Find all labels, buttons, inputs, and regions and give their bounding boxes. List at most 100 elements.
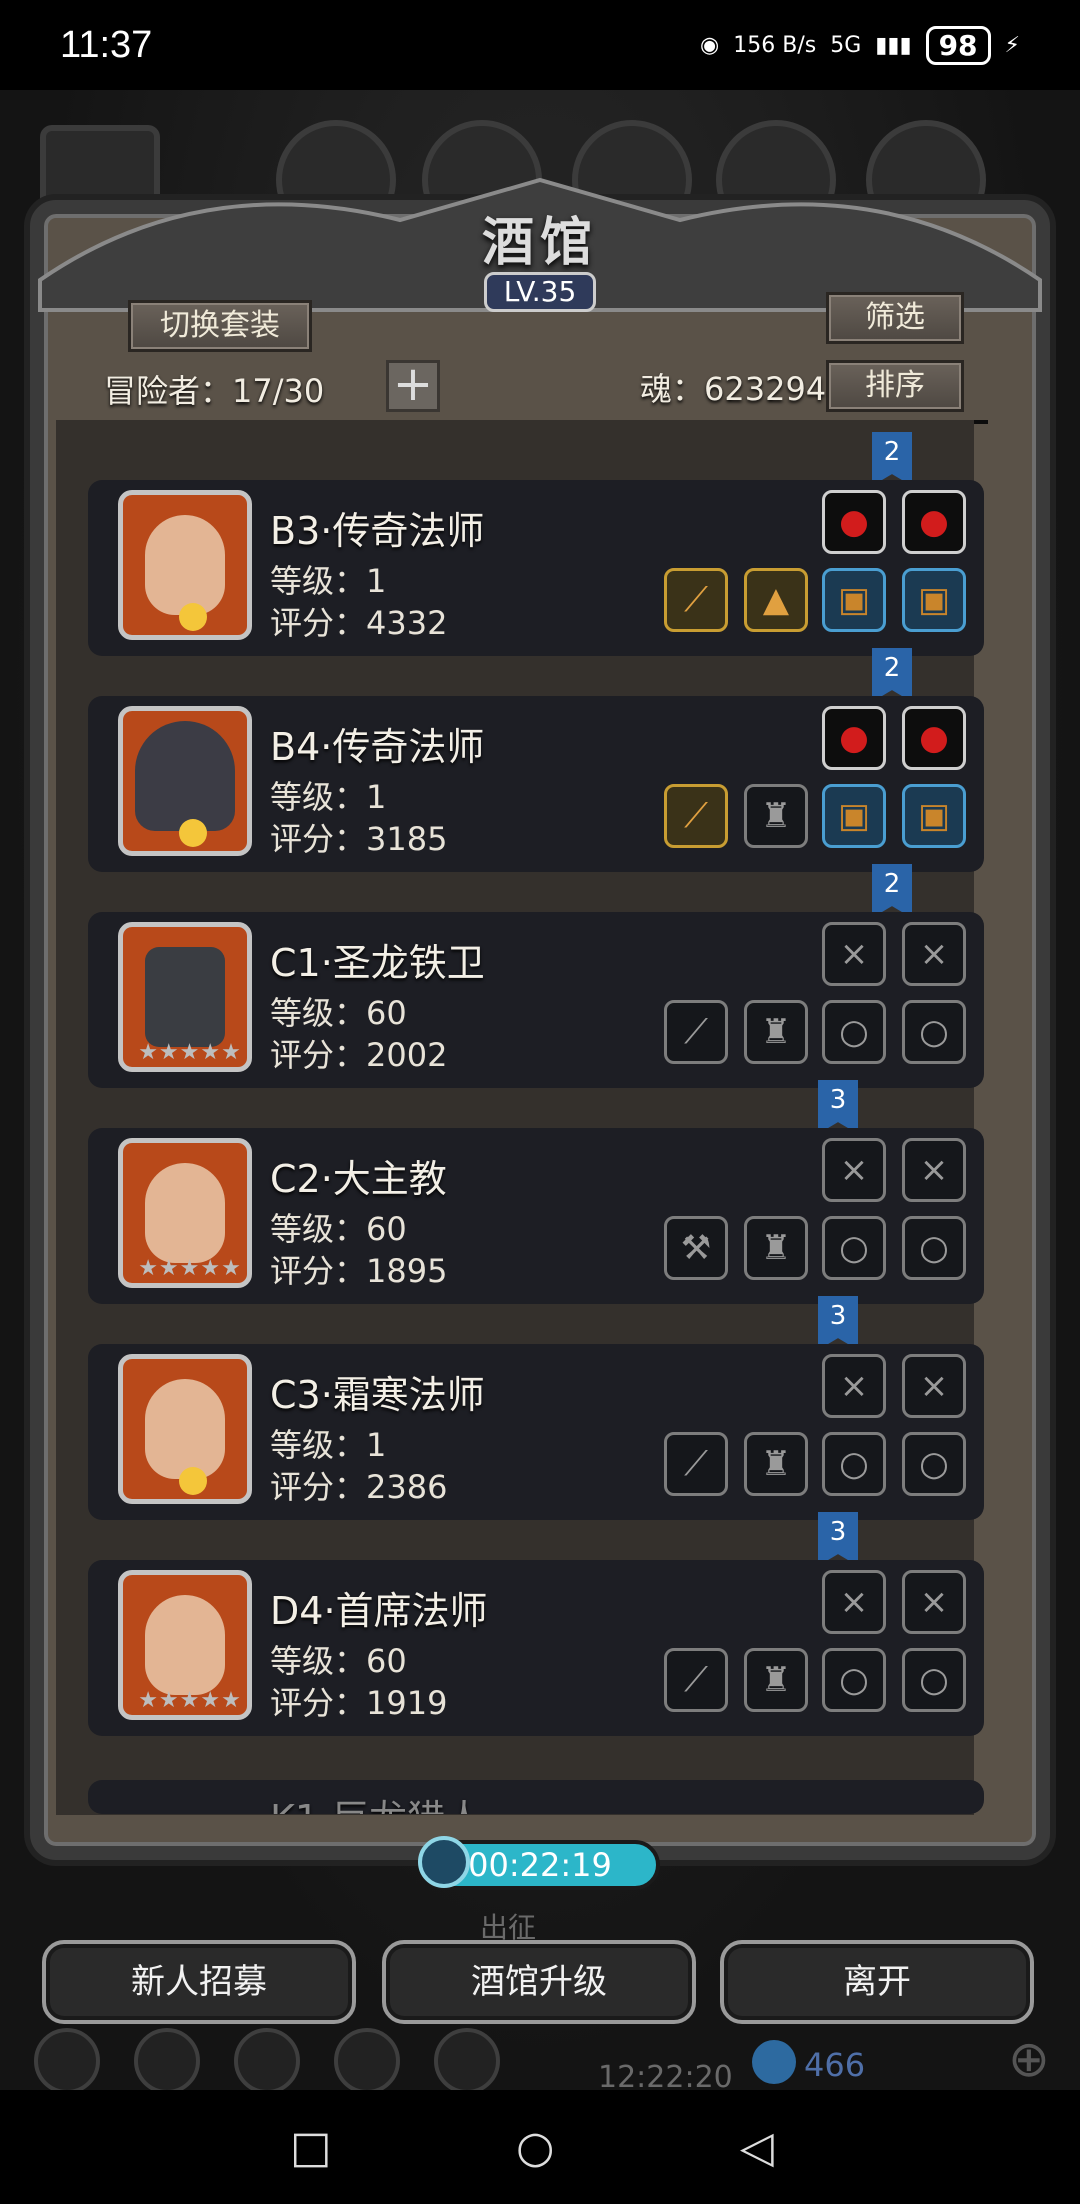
chest-icon: ▣: [917, 580, 951, 620]
equip-slot-bottom-0[interactable]: ⟋: [664, 568, 728, 632]
settings-icon[interactable]: [34, 2028, 100, 2094]
charging-icon: ⚡: [1004, 32, 1020, 58]
equip-slot-bottom-0[interactable]: ⟋: [664, 1000, 728, 1064]
red-gem-icon: ●: [919, 718, 949, 758]
equip-slot-top-1[interactable]: ⨯: [902, 1354, 966, 1418]
expedition-label: 出征: [480, 1911, 537, 1944]
equip-slot-bottom-2[interactable]: ○: [822, 1432, 886, 1496]
equip-slot-bottom-0[interactable]: ⟋: [664, 1432, 728, 1496]
hero-level: 等级：1: [270, 562, 387, 600]
sword-icon: ⟋: [684, 1012, 708, 1052]
equip-slot-top-0[interactable]: ●: [822, 706, 886, 770]
red-gem-icon: ●: [919, 502, 949, 542]
equip-slot-bottom-3[interactable]: ▣: [902, 568, 966, 632]
empty-slot-icon: ⨯: [839, 1582, 869, 1622]
tavern-level-badge: LV.35: [484, 272, 596, 312]
equip-slot-top-1[interactable]: ⨯: [902, 1570, 966, 1634]
switch-set-button[interactable]: 切换套装: [128, 300, 312, 352]
star-rating-icon: ★★★★★: [138, 1040, 242, 1065]
equip-slot-top-1[interactable]: ⨯: [902, 922, 966, 986]
equip-slot-top-1[interactable]: ●: [902, 706, 966, 770]
equip-slot-top-0[interactable]: ⨯: [822, 1570, 886, 1634]
armor-icon: ♜: [760, 796, 792, 836]
guild-icon[interactable]: [434, 2028, 500, 2094]
equip-slot-bottom-2[interactable]: ▣: [822, 784, 886, 848]
equip-slot-top-1[interactable]: ⨯: [902, 1138, 966, 1202]
hero-name: B3·传奇法师: [270, 509, 485, 553]
portrait-art: [135, 721, 235, 831]
hero-name: C1·圣龙铁卫: [270, 941, 485, 985]
hero-portrait[interactable]: [118, 1354, 252, 1504]
ring-icon: ○: [839, 1444, 869, 1484]
equip-slot-bottom-2[interactable]: ○: [822, 1000, 886, 1064]
back-icon[interactable]: ◁: [740, 2122, 774, 2173]
upgrade-tavern-button[interactable]: 酒馆升级: [382, 1940, 696, 2024]
shop-icon[interactable]: [234, 2028, 300, 2094]
moon-badge-icon: [179, 1467, 207, 1495]
empty-slot-icon: ⨯: [919, 1366, 949, 1406]
equip-slot-bottom-1[interactable]: ♜: [744, 1432, 808, 1496]
equip-slot-bottom-3[interactable]: ○: [902, 1216, 966, 1280]
mail-icon[interactable]: [334, 2028, 400, 2094]
hero-portrait[interactable]: ★★★★★: [118, 1138, 252, 1288]
equip-slot-bottom-1[interactable]: ♜: [744, 1648, 808, 1712]
recent-apps-icon[interactable]: □: [290, 2122, 332, 2173]
equip-slot-top-0[interactable]: ●: [822, 490, 886, 554]
hero-level: 等级：1: [270, 778, 387, 816]
sort-button[interactable]: 排序: [826, 360, 964, 412]
red-gem-icon: ●: [839, 718, 869, 758]
add-adventurer-button[interactable]: +: [386, 360, 440, 412]
equip-slot-bottom-2[interactable]: ○: [822, 1216, 886, 1280]
hero-level: 等级：60: [270, 994, 407, 1032]
hero-score: 评分：1919: [270, 1684, 448, 1722]
equip-slot-bottom-2[interactable]: ○: [822, 1648, 886, 1712]
armor-icon: ♜: [760, 1012, 792, 1052]
network-type: 5G: [830, 32, 862, 58]
equip-slot-bottom-2[interactable]: ▣: [822, 568, 886, 632]
filter-button[interactable]: 筛选: [826, 292, 964, 344]
leave-button[interactable]: 离开: [720, 1940, 1034, 2024]
equip-slot-bottom-3[interactable]: ○: [902, 1432, 966, 1496]
equip-slot-bottom-1[interactable]: ♜: [744, 1000, 808, 1064]
clock-icon: [418, 1836, 470, 1888]
hero-score: 评分：1895: [270, 1252, 448, 1290]
empty-slot-icon: ⨯: [919, 1582, 949, 1622]
add-gems-icon[interactable]: ⊕: [1008, 2030, 1050, 2088]
equip-slot-top-1[interactable]: ●: [902, 490, 966, 554]
equip-slot-top-0[interactable]: ⨯: [822, 1354, 886, 1418]
equip-slot-bottom-0[interactable]: ⟋: [664, 1648, 728, 1712]
staff-icon: ⟋: [684, 580, 708, 620]
equip-slot-bottom-3[interactable]: ○: [902, 1648, 966, 1712]
red-gem-icon: ●: [839, 502, 869, 542]
hero-portrait[interactable]: ★★★★★: [118, 1570, 252, 1720]
hero-row-partial[interactable]: K1·巨龙猎人: [88, 1780, 984, 1814]
hero-portrait[interactable]: ★★★★★: [118, 922, 252, 1072]
gem-count: 466: [804, 2046, 866, 2084]
star-menu-icon[interactable]: [134, 2028, 200, 2094]
hero-portrait[interactable]: [118, 490, 252, 640]
equip-slot-bottom-1[interactable]: ▲: [744, 568, 808, 632]
moon-badge-icon: [179, 819, 207, 847]
recruit-button[interactable]: 新人招募: [42, 1940, 356, 2024]
chest-icon: ▣: [837, 796, 871, 836]
equip-slot-bottom-3[interactable]: ○: [902, 1000, 966, 1064]
hero-portrait[interactable]: [118, 706, 252, 856]
hero-level: 等级：1: [270, 1426, 387, 1464]
equip-slot-bottom-1[interactable]: ♜: [744, 784, 808, 848]
equip-slot-bottom-3[interactable]: ▣: [902, 784, 966, 848]
battery-level: 98: [925, 25, 991, 65]
equip-slot-bottom-1[interactable]: ♜: [744, 1216, 808, 1280]
equip-slot-top-0[interactable]: ⨯: [822, 1138, 886, 1202]
portrait-art: [145, 947, 225, 1047]
home-icon[interactable]: ○: [516, 2122, 554, 2173]
equip-slot-bottom-0[interactable]: ⟋: [664, 784, 728, 848]
ring-icon: ○: [919, 1012, 949, 1052]
star-rating-icon: ★★★★★: [138, 1256, 242, 1281]
empty-slot-icon: ⨯: [919, 1150, 949, 1190]
empty-slot-icon: ⨯: [839, 934, 869, 974]
portrait-art: [145, 1163, 225, 1263]
hero-score: 评分：2386: [270, 1468, 448, 1506]
equip-slot-top-0[interactable]: ⨯: [822, 922, 886, 986]
wand-icon: ⟋: [684, 1444, 708, 1484]
equip-slot-bottom-0[interactable]: ⚒: [664, 1216, 728, 1280]
